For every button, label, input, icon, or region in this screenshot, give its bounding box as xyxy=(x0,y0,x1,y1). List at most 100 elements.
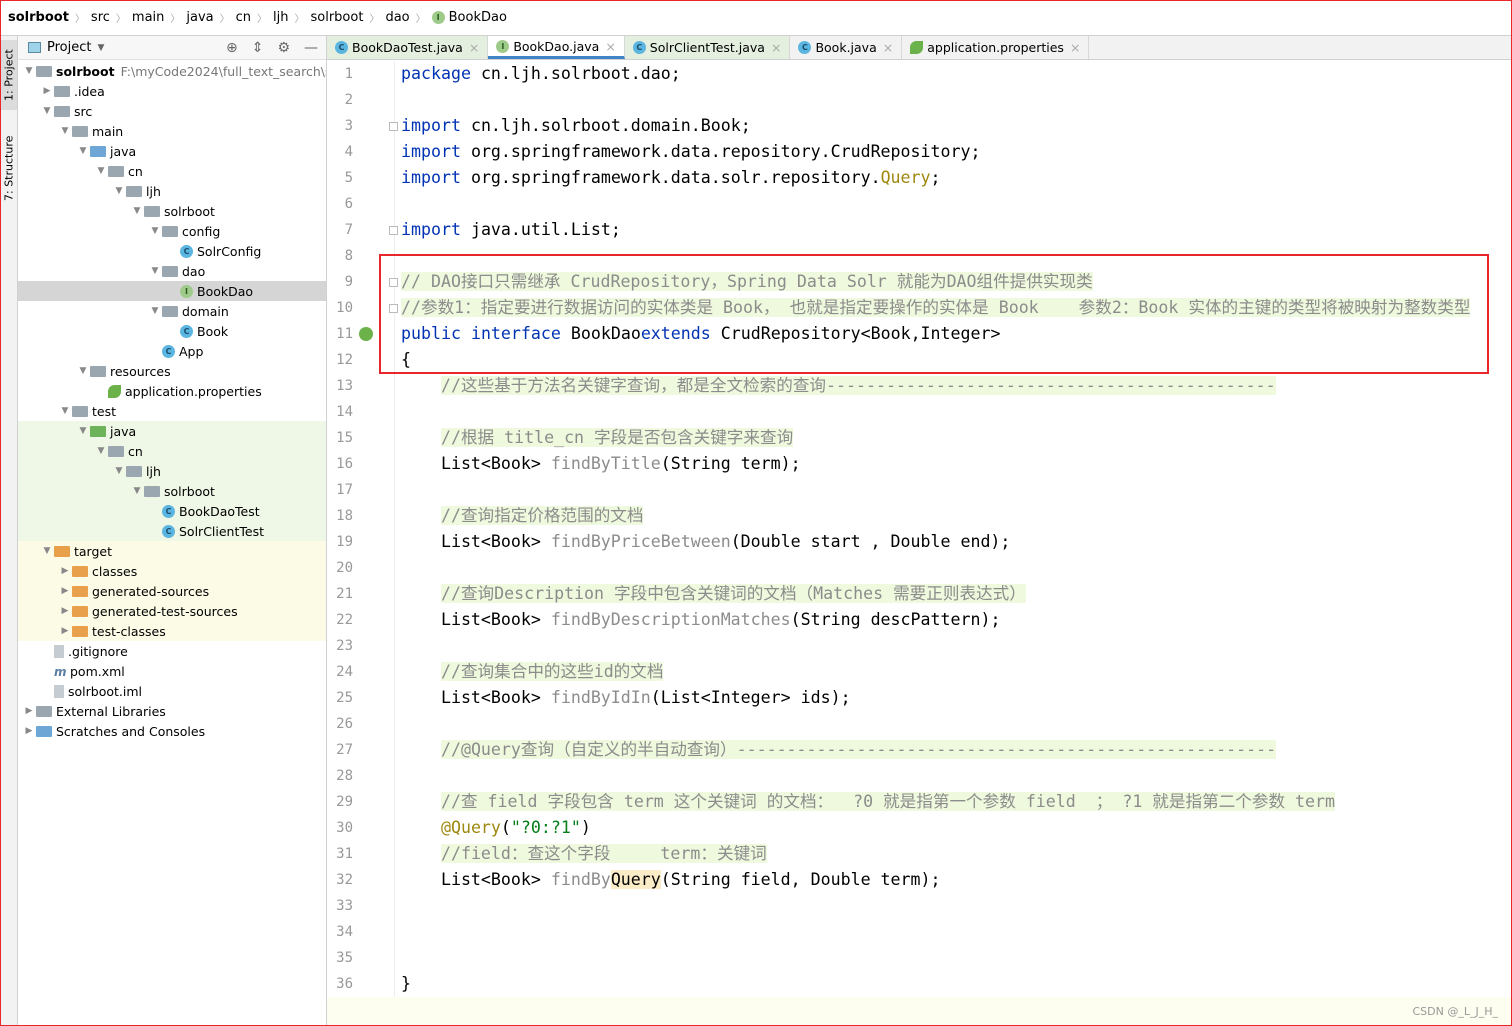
tab-book-java[interactable]: C Book.java × xyxy=(790,36,903,59)
chevron-down-icon[interactable]: ▼ xyxy=(76,366,90,376)
tree-item[interactable]: C BookDaoTest xyxy=(18,501,326,521)
tree-item[interactable]: ▶ classes xyxy=(18,561,326,581)
tree-item[interactable]: ▼ domain xyxy=(18,301,326,321)
chevron-right-icon[interactable]: ▶ xyxy=(58,566,72,576)
tree-item-label: main xyxy=(92,123,124,139)
breadcrumb-item[interactable]: 〉 src xyxy=(69,10,110,25)
chevron-down-icon[interactable]: ▼ xyxy=(148,266,162,276)
tree-item[interactable]: ▼ test xyxy=(18,401,326,421)
structure-tool-tab[interactable]: 7: Structure xyxy=(1,128,17,208)
tab-solrclienttest-java[interactable]: C SolrClientTest.java × xyxy=(624,36,791,59)
chevron-down-icon[interactable]: ▼ xyxy=(97,43,104,53)
chevron-down-icon[interactable]: ▼ xyxy=(40,106,54,116)
tree-item[interactable]: application.properties xyxy=(18,381,326,401)
tab-bookdaotest-java[interactable]: C BookDaoTest.java × xyxy=(327,36,489,59)
tree-item-label: Scratches and Consoles xyxy=(56,723,206,739)
code-token: (String descPattern); xyxy=(790,610,1001,629)
close-icon[interactable]: × xyxy=(883,40,893,55)
tree-item[interactable]: C SolrClientTest xyxy=(18,521,326,541)
close-icon[interactable]: × xyxy=(469,40,479,55)
minimize-icon[interactable]: — xyxy=(304,40,318,56)
implementation-gutter-icon[interactable] xyxy=(359,327,373,341)
chevron-down-icon[interactable]: ▼ xyxy=(130,486,144,496)
package-folder-icon xyxy=(162,225,178,237)
code-area[interactable]: package cn.ljh.solrboot.dao; import cn.lj… xyxy=(395,61,1512,1026)
tree-item[interactable]: C SolrConfig xyxy=(18,241,326,261)
chevron-right-icon[interactable]: ▶ xyxy=(22,726,36,736)
code-line: @Query("?0:?1") xyxy=(401,815,591,841)
chevron-down-icon[interactable]: ▼ xyxy=(94,166,108,176)
tree-item[interactable]: ▼ dao xyxy=(18,261,326,281)
chevron-down-icon[interactable]: ▼ xyxy=(22,66,36,76)
project-view-selector[interactable]: Project xyxy=(47,40,91,55)
tree-item[interactable]: ▼ resources xyxy=(18,361,326,381)
folder-folder-icon xyxy=(72,125,88,137)
breadcrumb-item[interactable]: 〉 main xyxy=(110,10,164,25)
tree-item[interactable]: ▶ Scratches and Consoles xyxy=(18,721,326,741)
line-number: 31 xyxy=(336,846,353,862)
tree-item[interactable]: m pom.xml xyxy=(18,661,326,681)
tree-item[interactable]: ▼ config xyxy=(18,221,326,241)
breadcrumb-item[interactable]: 〉 cn xyxy=(214,10,251,25)
tree-item-label: dao xyxy=(182,263,206,279)
tree-item[interactable]: ▶ External Libraries xyxy=(18,701,326,721)
breadcrumb-item[interactable]: 〉 ljh xyxy=(251,10,288,25)
tree-item[interactable]: ▼ cn xyxy=(18,161,326,181)
chevron-down-icon[interactable]: ▼ xyxy=(58,406,72,416)
chevron-right-icon[interactable]: ▶ xyxy=(40,86,54,96)
tree-item[interactable]: ▼ ljh xyxy=(18,461,326,481)
breadcrumb-item[interactable]: 〉 I BookDao xyxy=(410,10,507,25)
tab-bookdao-java[interactable]: I BookDao.java × xyxy=(488,36,625,59)
line-number: 25 xyxy=(336,690,353,706)
tree-item[interactable]: .gitignore xyxy=(18,641,326,661)
tree-item[interactable]: C Book xyxy=(18,321,326,341)
tab-application-properties[interactable]: application.properties × xyxy=(902,36,1090,59)
chevron-down-icon[interactable]: ▼ xyxy=(76,426,90,436)
tree-item[interactable]: ▼ cn xyxy=(18,441,326,461)
tree-item-label: cn xyxy=(128,443,143,459)
chevron-right-icon[interactable]: ▶ xyxy=(58,606,72,616)
tree-item[interactable]: I BookDao xyxy=(18,281,326,301)
chevron-right-icon[interactable]: ▶ xyxy=(58,626,72,636)
tree-item[interactable]: ▼ solrboot F:\myCode2024\full_text_search\… xyxy=(18,61,326,81)
tree-item[interactable]: ▼ java xyxy=(18,421,326,441)
chevron-right-icon[interactable]: ▶ xyxy=(22,706,36,716)
tree-item[interactable]: ▶ generated-test-sources xyxy=(18,601,326,621)
chevron-down-icon[interactable]: ▼ xyxy=(148,306,162,316)
tree-item[interactable]: C App xyxy=(18,341,326,361)
tree-item[interactable]: ▶ .idea xyxy=(18,81,326,101)
tree-item[interactable]: solrboot.iml xyxy=(18,681,326,701)
close-icon[interactable]: × xyxy=(605,39,615,54)
locate-icon[interactable]: ⊕ xyxy=(226,40,238,56)
gear-icon[interactable]: ⚙ xyxy=(277,40,290,56)
code-line: //查询指定价格范围的文档 xyxy=(401,503,644,529)
chevron-down-icon[interactable]: ▼ xyxy=(40,546,54,556)
tree-item[interactable]: ▼ target xyxy=(18,541,326,561)
chevron-down-icon[interactable]: ▼ xyxy=(94,446,108,456)
tree-item[interactable]: ▼ src xyxy=(18,101,326,121)
project-tool-tab[interactable]: 1: Project xyxy=(1,40,17,110)
close-icon[interactable]: × xyxy=(771,40,781,55)
tree-item-label: cn xyxy=(128,163,143,179)
tree-item[interactable]: ▼ solrboot xyxy=(18,201,326,221)
breadcrumb-item[interactable]: 〉 solrboot xyxy=(289,10,364,25)
breadcrumb-item[interactable]: 〉 java xyxy=(164,10,213,25)
tree-item[interactable]: ▼ ljh xyxy=(18,181,326,201)
chevron-right-icon[interactable]: ▶ xyxy=(58,586,72,596)
code-line: List<Book> findByTitle(String term); xyxy=(401,451,801,477)
tree-item[interactable]: ▼ solrboot xyxy=(18,481,326,501)
close-icon[interactable]: × xyxy=(1070,40,1080,55)
chevron-down-icon[interactable]: ▼ xyxy=(112,186,126,196)
breadcrumb-item[interactable]: 〉 dao xyxy=(363,10,409,25)
tree-item[interactable]: ▶ generated-sources xyxy=(18,581,326,601)
breadcrumb-item[interactable]: solrboot xyxy=(8,10,69,25)
tree-item[interactable]: ▶ test-classes xyxy=(18,621,326,641)
chevron-down-icon[interactable]: ▼ xyxy=(148,226,162,236)
collapse-icon[interactable]: ⇕ xyxy=(252,40,264,56)
chevron-down-icon[interactable]: ▼ xyxy=(130,206,144,216)
tree-item[interactable]: ▼ java xyxy=(18,141,326,161)
tree-item[interactable]: ▼ main xyxy=(18,121,326,141)
chevron-down-icon[interactable]: ▼ xyxy=(58,126,72,136)
chevron-down-icon[interactable]: ▼ xyxy=(76,146,90,156)
chevron-down-icon[interactable]: ▼ xyxy=(112,466,126,476)
